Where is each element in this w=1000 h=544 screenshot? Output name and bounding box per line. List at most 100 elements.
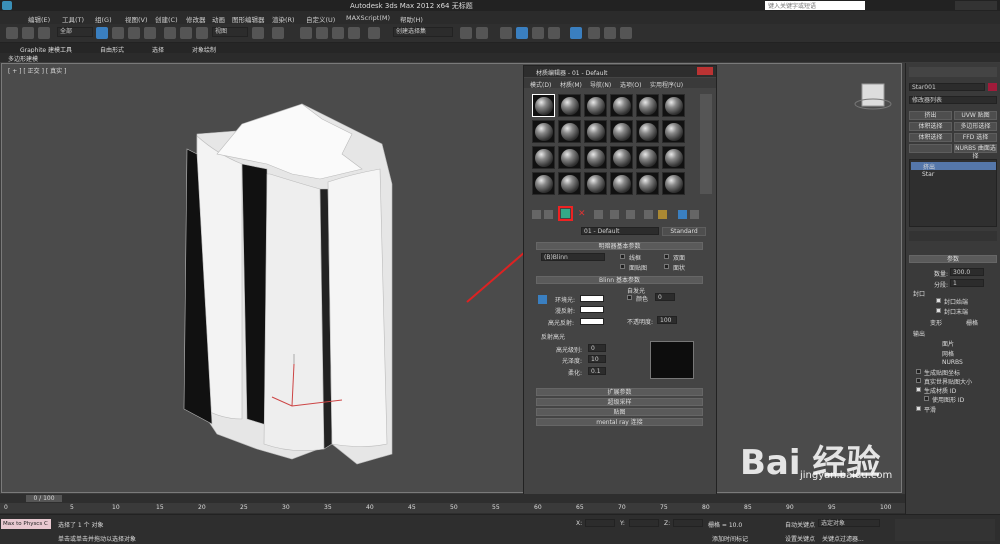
material-slot[interactable] <box>636 120 659 143</box>
spec-level-value[interactable]: 0 <box>588 344 606 352</box>
material-slot[interactable] <box>584 172 607 195</box>
soften-value[interactable]: 0.1 <box>588 367 606 375</box>
vol-select-button[interactable]: 体积选择 <box>909 122 952 131</box>
material-type-button[interactable]: Standard <box>662 227 706 236</box>
material-slot[interactable] <box>636 94 659 117</box>
extended-params-rollout[interactable]: 扩展参数 <box>536 388 703 396</box>
material-slot[interactable] <box>636 146 659 169</box>
get-material-icon[interactable] <box>532 210 541 219</box>
blank-button[interactable] <box>909 144 952 153</box>
material-slot[interactable] <box>532 94 555 117</box>
menu-help[interactable]: 帮助(H) <box>400 14 423 24</box>
x-coord-field[interactable] <box>585 519 615 527</box>
cap-start-checkbox[interactable] <box>936 298 941 303</box>
select-icon[interactable] <box>96 27 108 39</box>
me-menu-mode[interactable]: 模式(D) <box>530 80 551 89</box>
material-slot[interactable] <box>558 94 581 117</box>
material-slot[interactable] <box>610 94 633 117</box>
supersampling-rollout[interactable]: 超级采样 <box>536 398 703 406</box>
align-icon[interactable] <box>476 27 488 39</box>
window-controls[interactable] <box>955 1 997 10</box>
nurbs-select-button[interactable]: NURBS 曲面选择 <box>954 144 997 160</box>
material-slot[interactable] <box>662 172 685 195</box>
glossiness-value[interactable]: 10 <box>588 355 606 363</box>
maps-rollout[interactable]: 贴图 <box>536 408 703 416</box>
material-name-field[interactable]: 01 - Default <box>581 227 659 235</box>
material-slot[interactable] <box>584 120 607 143</box>
parameters-rollout[interactable]: 参数 <box>909 255 997 263</box>
set-key-label[interactable]: 设置关键点 <box>785 534 815 543</box>
graphite-toggle-icon[interactable] <box>516 27 528 39</box>
material-slot[interactable] <box>662 94 685 117</box>
smooth-checkbox[interactable] <box>916 406 921 411</box>
material-slot[interactable] <box>662 146 685 169</box>
cap-end-checkbox[interactable] <box>936 308 941 313</box>
rotate-icon[interactable] <box>180 27 192 39</box>
material-slot[interactable] <box>532 120 555 143</box>
stack-toolbar[interactable] <box>909 231 997 241</box>
mental-ray-rollout[interactable]: mental ray 连接 <box>536 418 703 426</box>
copy-material-icon[interactable] <box>594 210 603 219</box>
time-slider[interactable]: 0 / 100 <box>26 495 62 502</box>
material-slot[interactable] <box>584 146 607 169</box>
unlink-icon[interactable] <box>22 27 34 39</box>
star-extrude-object[interactable] <box>2 64 901 492</box>
menu-graph-editors[interactable]: 图形编辑器 <box>232 14 265 24</box>
material-slot[interactable] <box>610 146 633 169</box>
two-sided-checkbox[interactable] <box>664 254 669 259</box>
delete-icon[interactable]: ✕ <box>578 210 587 219</box>
stack-item-star[interactable]: Star <box>922 171 934 178</box>
material-slot[interactable] <box>558 120 581 143</box>
menu-modifiers[interactable]: 修改器 <box>186 14 206 24</box>
material-editor-titlebar[interactable]: 材质编辑器 - 01 - Default <box>524 66 716 77</box>
key-filters-button[interactable]: 关键点过滤器... <box>822 534 864 543</box>
self-illum-color-checkbox[interactable] <box>627 295 632 300</box>
grid-radio[interactable]: 栅格 <box>966 318 978 327</box>
rect-select-icon[interactable] <box>128 27 140 39</box>
uvw-map-button[interactable]: UVW 贴图 <box>954 111 997 120</box>
menu-view[interactable]: 视图(V) <box>125 14 148 24</box>
spinner-snap-icon[interactable] <box>348 27 360 39</box>
track-bar[interactable]: 0 5 10 15 20 25 30 35 40 45 50 55 60 65 … <box>0 503 905 513</box>
show-map-icon[interactable] <box>658 210 667 219</box>
manipulate-icon[interactable] <box>272 27 284 39</box>
select-by-name-icon[interactable] <box>112 27 124 39</box>
material-slot[interactable] <box>584 94 607 117</box>
move-icon[interactable] <box>164 27 176 39</box>
gen-map-coords-checkbox[interactable] <box>916 369 921 374</box>
real-world-checkbox[interactable] <box>916 378 921 383</box>
key-sel-dropdown[interactable]: 选定对象 <box>818 519 880 527</box>
me-menu-material[interactable]: 材质(M) <box>560 80 582 89</box>
stack-item-extrude[interactable]: 挤出 <box>911 162 996 171</box>
bind-icon[interactable] <box>38 27 50 39</box>
command-panel-tabs[interactable] <box>909 67 997 77</box>
timeline[interactable]: 0 / 100 0 5 10 15 20 25 30 35 40 45 50 5… <box>0 494 905 514</box>
material-slot[interactable] <box>636 172 659 195</box>
vol-select-button-2[interactable]: 体积选择 <box>909 133 952 142</box>
object-name-field[interactable]: Star001 <box>909 83 985 91</box>
assign-to-selection-icon[interactable] <box>558 206 573 221</box>
ambient-color-swatch[interactable] <box>580 295 604 302</box>
search-input[interactable]: 键入关键字或短语 <box>765 1 865 10</box>
percent-snap-icon[interactable] <box>332 27 344 39</box>
show-end-result-icon[interactable] <box>678 210 687 219</box>
menu-rendering[interactable]: 渲染(R) <box>272 14 295 24</box>
me-menu-utilities[interactable]: 实用程序(U) <box>650 80 683 89</box>
mesh-radio[interactable]: 网格 <box>942 349 954 358</box>
blinn-basic-rollout[interactable]: Blinn 基本参数 <box>536 276 703 284</box>
specular-color-swatch[interactable] <box>580 318 604 325</box>
material-slot[interactable] <box>558 146 581 169</box>
material-slot[interactable] <box>532 146 555 169</box>
menu-group[interactable]: 组(G) <box>95 14 112 24</box>
self-illum-value[interactable]: 0 <box>655 293 675 301</box>
make-unique-icon[interactable] <box>610 210 619 219</box>
gen-mat-id-checkbox[interactable] <box>916 387 921 392</box>
menu-tools[interactable]: 工具(T) <box>62 14 84 24</box>
ref-coord-dropdown[interactable]: 视图 <box>212 27 248 37</box>
viewport-label[interactable]: [ + ] [ 正交 ] [ 真实 ] <box>8 66 66 75</box>
snap-icon[interactable] <box>300 27 312 39</box>
put-to-scene-icon[interactable] <box>544 210 553 219</box>
wire-checkbox[interactable] <box>620 254 625 259</box>
viewport-perspective[interactable]: [ + ] [ 正交 ] [ 真实 ] <box>1 63 902 493</box>
ribbon-sub-label[interactable]: 多边形建模 <box>8 54 38 63</box>
